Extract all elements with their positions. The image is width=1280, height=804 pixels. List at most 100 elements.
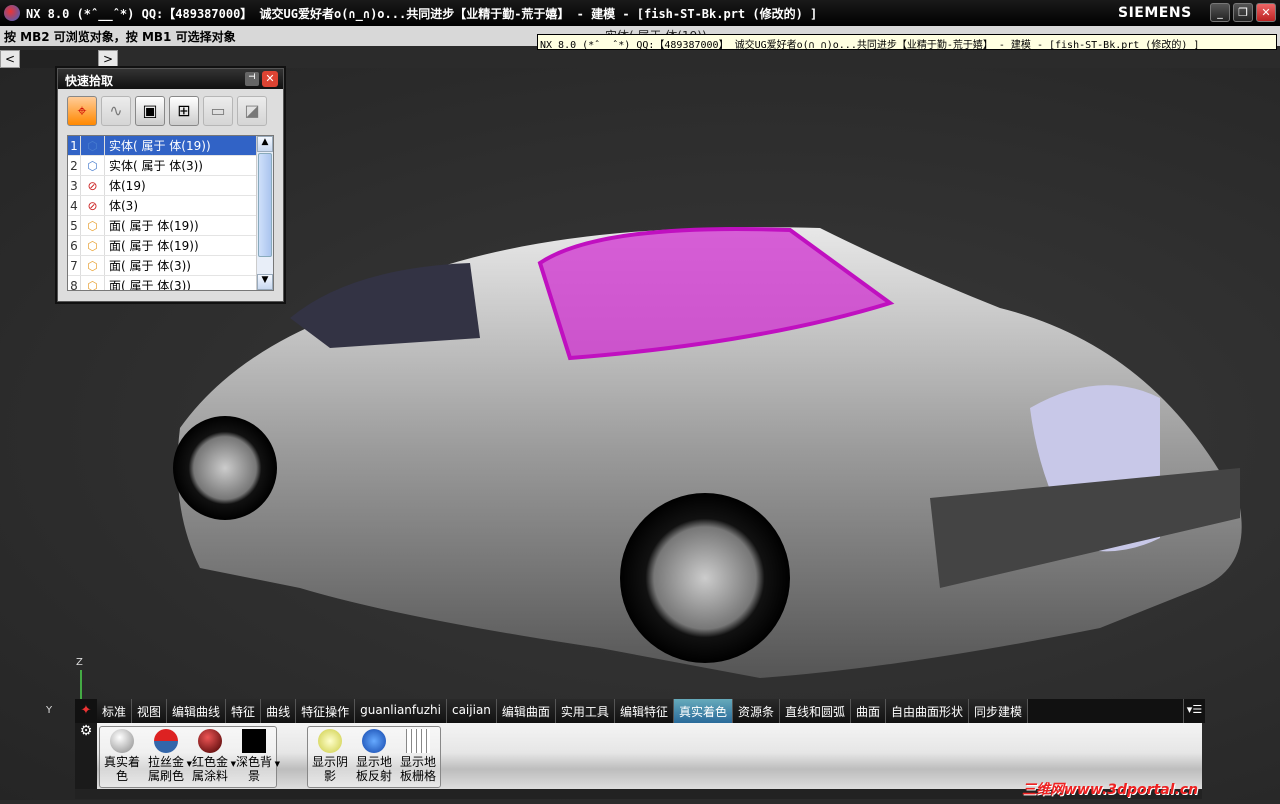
item-label: 面( 属于 体(19)) [109, 239, 199, 253]
brushed-metal-icon [154, 729, 178, 753]
side-windows [290, 263, 480, 348]
ribbon-command[interactable]: 显示地 板反射 [352, 727, 396, 787]
command-label: 显示地 [355, 755, 392, 769]
ribbon-tab[interactable]: 实用工具 [555, 699, 615, 723]
command-label: 影 [323, 769, 336, 783]
face-icon: ⬡ [81, 276, 105, 290]
scroll-left-button[interactable]: < [0, 50, 20, 68]
command-label: 属刷色 [147, 769, 184, 783]
pick-list-item[interactable]: 4 ⊘ 体(3) [68, 196, 273, 216]
item-number: 6 [68, 236, 81, 255]
ribbon-tab[interactable]: 特征操作 [296, 699, 356, 723]
dark-background-icon [242, 729, 266, 753]
solid-body-icon: ⬡ [81, 156, 105, 175]
scroll-up-icon[interactable]: ▲ [257, 136, 273, 152]
dialog-close-button[interactable]: ✕ [262, 71, 278, 87]
item-label: 面( 属于 体(3)) [109, 259, 191, 273]
scroll-right-button[interactable]: > [98, 50, 118, 68]
close-button[interactable]: ✕ [1256, 3, 1276, 22]
dialog-header: 快速拾取 ⊣ ✕ [58, 69, 283, 89]
ribbon-tab[interactable]: 特征 [226, 699, 262, 723]
pick-list-item[interactable]: 8 ⬡ 面( 属于 体(3)) [68, 276, 273, 291]
item-label: 体(3) [109, 199, 138, 213]
item-number: 7 [68, 256, 81, 275]
ribbon-command[interactable]: 深色背景 ▼ [232, 727, 280, 787]
watermark: 三维网www.3dportal.cn [1022, 782, 1199, 798]
tab-strip-fill [1028, 699, 1183, 723]
rear-wheel [173, 416, 277, 520]
title-bar: NX 8.0 (*ˆ__ˆ*) QQ:【489387000】 诚交UG爱好者o(… [0, 0, 1280, 26]
command-label: 色 [115, 769, 128, 783]
title-tooltip: NX 8.0 (*ˆ__ˆ*) QQ:【489387000】 诚交UG爱好者o(… [537, 34, 1277, 50]
pick-list-item[interactable]: 5 ⬡ 面( 属于 体(19)) [68, 216, 273, 236]
ribbon-command[interactable]: 红色金 属涂料 ▼ [188, 727, 236, 787]
item-number: 2 [68, 156, 81, 175]
scroll-down-icon[interactable]: ▼ [257, 274, 273, 290]
y-axis-label: Y [46, 705, 53, 716]
ribbon-command[interactable]: 显示地 板栅格 [396, 727, 440, 787]
filter-solid-button[interactable]: ▭ [203, 96, 233, 126]
ribbon-tab[interactable]: 资源条 [732, 699, 780, 723]
item-number: 4 [68, 196, 81, 215]
ribbon-tab[interactable]: 真实着色 [673, 699, 733, 723]
ribbon-command[interactable]: 真实着色 [100, 727, 144, 787]
command-label: 属涂料 [191, 769, 228, 783]
dropdown-arrow-icon[interactable]: ▼ [275, 757, 280, 771]
pick-list[interactable]: 1 ⬡ 实体( 属于 体(19)) 2 ⬡ 实体( 属于 体(3)) 3 ⊘ 体(19) 4 ⊘ 体(… [67, 135, 274, 291]
pick-list-item[interactable]: 1 ⬡ 实体( 属于 体(19)) [68, 136, 273, 156]
command-label: 拉丝金 [147, 755, 184, 769]
item-label: 体(19) [109, 179, 146, 193]
front-wheel [620, 493, 790, 663]
command-label: 显示阴 [311, 755, 348, 769]
minimize-button[interactable]: _ [1210, 3, 1230, 22]
ribbon-tab[interactable]: 标准 [97, 699, 133, 723]
ribbon-tab[interactable]: 视图 [132, 699, 168, 723]
item-label: 面( 属于 体(19)) [109, 219, 199, 233]
filter-all-button[interactable]: ⌖ [67, 96, 97, 126]
ribbon-tab[interactable]: 编辑曲线 [167, 699, 227, 723]
pin-icon[interactable]: ⊣ [245, 72, 259, 86]
pick-list-item[interactable]: 6 ⬡ 面( 属于 体(19)) [68, 236, 273, 256]
red-metal-paint-icon [198, 729, 222, 753]
face-icon: ⬡ [81, 256, 105, 275]
ribbon-tab[interactable]: 直线和圆弧 [779, 699, 851, 723]
filter-component-button[interactable]: ◪ [237, 96, 267, 126]
ribbon-logo-icon[interactable]: ✦ [75, 699, 97, 723]
filter-body-button[interactable]: ▣ [135, 96, 165, 126]
floor-grid-icon [406, 729, 430, 753]
shadow-icon [318, 729, 342, 753]
ribbon-tab[interactable]: guanlianfuzhi [355, 699, 447, 723]
scroll-thumb[interactable] [20, 50, 98, 68]
item-label: 实体( 属于 体(19)) [109, 139, 211, 153]
pick-list-item[interactable]: 2 ⬡ 实体( 属于 体(3)) [68, 156, 273, 176]
z-axis-label: Z [76, 657, 83, 668]
ribbon-tab[interactable]: 曲线 [261, 699, 297, 723]
ribbon-options-icon[interactable]: ⚙ [75, 723, 97, 799]
ribbon-command[interactable]: 显示阴影 [308, 727, 352, 787]
filter-curve-button[interactable]: ∿ [101, 96, 131, 126]
ribbon-tab[interactable]: 同步建模 [969, 699, 1029, 723]
window-title: NX 8.0 (*ˆ__ˆ*) QQ:【489387000】 诚交UG爱好者o(… [26, 6, 818, 21]
horizontal-scrollbar[interactable]: < > [0, 50, 118, 68]
ribbon-tab[interactable]: caijian [446, 699, 497, 723]
pick-list-item[interactable]: 3 ⊘ 体(19) [68, 176, 273, 196]
floor-group: 显示阴影显示地 板反射 显示地 板栅格 [307, 726, 441, 788]
scroll-thumb[interactable] [258, 153, 272, 257]
ribbon-tab[interactable]: 编辑特征 [614, 699, 674, 723]
nx-logo-icon [4, 5, 20, 21]
restore-button[interactable]: ❐ [1233, 3, 1253, 22]
list-scrollbar[interactable]: ▲ ▼ [256, 136, 273, 290]
true-shading-icon [110, 729, 134, 753]
command-label: 板反射 [355, 769, 392, 783]
ribbon-tab[interactable]: 曲面 [851, 699, 887, 723]
pick-list-item[interactable]: 7 ⬡ 面( 属于 体(3)) [68, 256, 273, 276]
filter-feature-button[interactable]: ⊞ [169, 96, 199, 126]
ribbon-tab[interactable]: 编辑曲面 [496, 699, 556, 723]
ribbon-tab[interactable]: 自由曲面形状 [886, 699, 970, 723]
item-label: 面( 属于 体(3)) [109, 279, 191, 291]
body-icon: ⊘ [81, 176, 105, 195]
ribbon-command[interactable]: 拉丝金 属刷色 ▼ [144, 727, 192, 787]
floor-reflection-icon [362, 729, 386, 753]
command-label: 板栅格 [399, 769, 436, 783]
ribbon-menu-button[interactable]: ▾☰ [1183, 699, 1205, 723]
